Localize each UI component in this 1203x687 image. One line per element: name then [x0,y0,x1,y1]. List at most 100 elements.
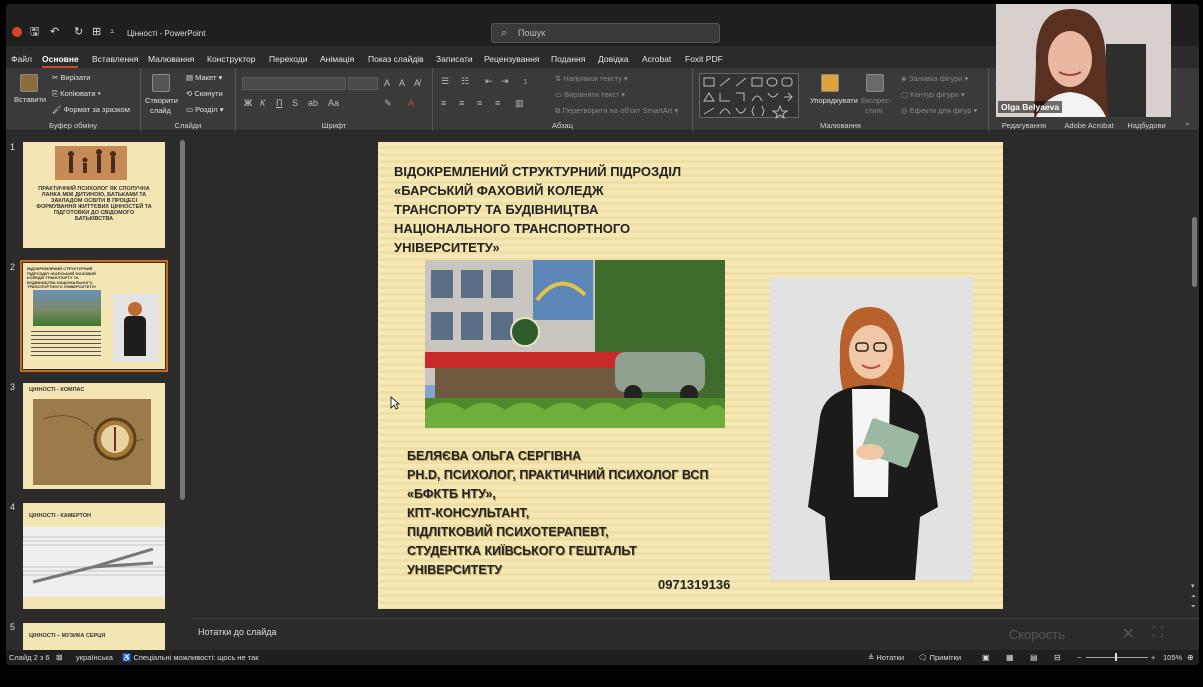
line-spacing-icon[interactable]: ↕ [523,76,528,86]
slide-vertical-scrollbar[interactable]: ▾ ⏶ ⏷ [1190,132,1199,616]
collapse-ribbon-icon[interactable]: ⌄ [1184,118,1191,127]
font-shrink-icon[interactable]: A [399,78,405,88]
comments-toggle-button[interactable]: 🗨 Примітки [918,653,961,662]
title-line: НАЦІОНАЛЬНОГО ТРАНСПОРТНОГО [394,221,631,236]
scrollbar-thumb[interactable] [1192,217,1197,287]
search-box[interactable]: ⌕ Пошук [491,23,720,43]
change-case-icon[interactable]: Aa [328,98,339,108]
new-slide-icon [152,74,170,92]
scroll-down-icon[interactable]: ▾ [1191,582,1195,590]
bold-button[interactable]: Ж [244,98,252,108]
char-spacing-icon[interactable]: ab [308,98,318,108]
tab-insert[interactable]: Вставлення [92,54,138,64]
section-button[interactable]: ▭ Розділ ▾ [186,105,223,114]
current-slide[interactable]: ВІДОКРЕМЛЕНИЙ СТРУКТУРНИЙ ПІДРОЗДІЛ «БАР… [378,142,1003,609]
slide-thumbnail-1[interactable]: ПРАКТИЧНИЙ ПСИХОЛОГ ЯК СПОЛУЧНА ЛАНКА МІ… [23,142,165,248]
font-family-select[interactable] [242,77,346,90]
font-size-select[interactable] [348,77,378,90]
tab-view[interactable]: Подання [551,54,585,64]
tab-acrobat[interactable]: Acrobat [642,54,671,64]
slide-title[interactable]: ВІДОКРЕМЛЕНИЙ СТРУКТУРНИЙ ПІДРОЗДІЛ «БАР… [394,162,694,257]
font-color-icon[interactable]: A [408,98,414,108]
portrait-photo[interactable] [770,277,973,580]
clear-format-icon[interactable]: A̸ [414,78,420,88]
tab-design[interactable]: Конструктор [207,54,255,64]
notes-toggle-button[interactable]: ≜ Нотатки [868,653,904,662]
tab-animations[interactable]: Анімація [320,54,354,64]
align-right-icon[interactable]: ≡ [477,98,482,108]
reading-view-icon[interactable]: ▤ [1030,653,1038,662]
customize-qat-icon[interactable]: ⩡ [110,26,115,38]
redo-icon[interactable]: ↻ [74,26,83,38]
fit-slide-icon[interactable]: ⊕ [1187,653,1194,662]
layout-button[interactable]: ▤ Макет ▾ [186,73,222,82]
indent-decrease-icon[interactable]: ⇤ [485,76,493,87]
cut-button[interactable]: ✂ Вирізати [52,73,90,82]
shapes-gallery[interactable] [699,73,799,120]
slide-sorter-icon[interactable]: ▦ [1006,653,1014,662]
tab-draw[interactable]: Малювання [148,54,194,64]
zoom-out-icon[interactable]: − [1077,653,1081,662]
slide-thumbnail-4[interactable]: ЦІННОСТІ - КАМЕРТОН [23,503,165,609]
tab-home[interactable]: Основне [42,54,79,64]
align-text-button[interactable]: ▭ Вирівняти текст ▾ [555,90,625,99]
tab-help[interactable]: Довідка [598,54,629,64]
family-silhouette-image [55,146,127,180]
slide-thumbnail-3[interactable]: ЦІННОСТІ - КОМПАС [23,383,165,489]
bullets-icon[interactable]: ☰ [441,76,449,87]
phone-number[interactable]: 0971319136 [658,577,730,592]
language-indicator[interactable]: українська [76,653,113,662]
italic-button[interactable]: К [260,98,265,108]
quick-styles-button-2[interactable]: стилі [865,106,882,115]
slide-thumbnail-2[interactable]: ВІДОКРЕМЛЕНИЙ СТРУКТУРНИЙ ПІДРОЗДІЛ «БАР… [20,260,168,372]
highlight-icon[interactable]: ✎ [384,98,392,109]
shape-fill-button[interactable]: ◈ Заливка фігури ▾ [901,74,968,83]
accessibility-button[interactable]: ♿ Спеціальні можливості: щось не так [122,653,259,662]
shape-outline-button[interactable]: ▢ Контур фігури ▾ [901,90,965,99]
smartart-button[interactable]: ⧉ Перетворити на об'єкт SmartArt ▾ [555,106,678,116]
shape-effects-button[interactable]: ◎ Ефекти для фігур ▾ [901,106,977,115]
tab-record[interactable]: Записати [436,54,473,64]
zoom-in-icon[interactable]: + [1151,653,1155,662]
align-center-icon[interactable]: ≡ [459,98,464,108]
tab-foxit[interactable]: Foxit PDF [685,54,723,64]
underline-button[interactable]: П [276,98,282,108]
arrange-button[interactable]: Упорядкувати [810,96,858,105]
save-icon[interactable]: 🖫 [30,26,39,38]
tab-slideshow[interactable]: Показ слайдів [368,54,424,64]
format-painter-button[interactable]: 🖌 Формат за зразком [52,105,130,114]
normal-view-icon[interactable]: ▣ [982,653,990,662]
undo-icon[interactable]: ↶ [50,26,59,38]
copy-button[interactable]: ⎘ Копіювати ▾ [52,89,101,99]
spellcheck-icon[interactable]: ⊠ [56,653,63,662]
college-building-photo[interactable] [425,260,725,428]
zoom-slider[interactable] [1086,657,1148,658]
text-direction-button[interactable]: ⇅ Напрямок тексту ▾ [555,74,628,83]
paste-button[interactable]: Вставити [14,95,46,104]
outline-icon: ▢ [901,90,911,99]
slide-thumbnail-5[interactable]: ЦІННОСТІ – МУЗИКА СЕРЦЯ [23,623,165,650]
new-slide-button-2[interactable]: слайд [150,106,171,115]
justify-icon[interactable]: ≡ [495,98,500,108]
new-slide-button[interactable]: Створити [145,96,178,105]
notes-pane[interactable]: Нотатки до слайда Скорость ✕ ⛶ [192,618,1199,650]
present-icon[interactable]: ⊞ [92,26,101,38]
strikethrough-button[interactable]: S [292,98,298,108]
font-grow-icon[interactable]: A [384,78,390,88]
next-slide-icon[interactable]: ⏷ [1191,604,1196,611]
tab-transitions[interactable]: Переходи [269,54,308,64]
author-info[interactable]: БЕЛЯЄВА ОЛЬГА СЕРГІВНА PH.D, ПСИХОЛОГ, П… [407,447,708,580]
zoom-level[interactable]: 105% [1163,653,1182,662]
tab-file[interactable]: Файл [11,54,32,64]
quick-styles-button[interactable]: Експрес- [861,96,892,105]
prev-slide-icon[interactable]: ⏶ [1191,594,1196,601]
align-left-icon[interactable]: ≡ [441,98,446,108]
zoom-slider-thumb[interactable] [1115,653,1117,661]
tab-review[interactable]: Рецензування [484,54,539,64]
slideshow-view-icon[interactable]: ⊟ [1054,653,1061,662]
thumbnails-scrollbar[interactable] [180,140,185,500]
indent-increase-icon[interactable]: ⇥ [501,76,509,87]
reset-button[interactable]: ⟲ Скинути [186,89,223,98]
numbering-icon[interactable]: ☷ [461,76,469,87]
columns-icon[interactable]: ▥ [515,98,524,109]
